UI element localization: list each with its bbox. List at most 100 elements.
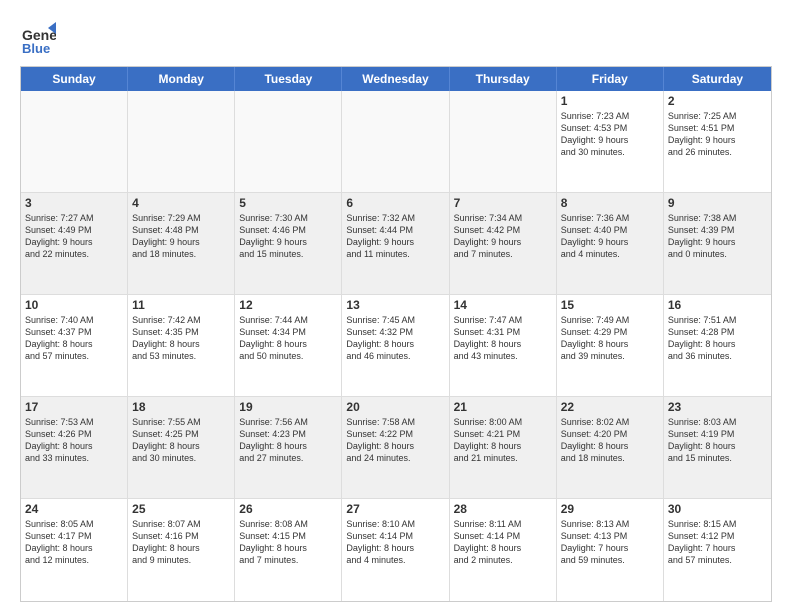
day-number: 22 [561, 400, 659, 414]
calendar-cell: 11 Sunrise: 7:42 AMSunset: 4:35 PMDayligh… [128, 295, 235, 396]
calendar-cell: 8 Sunrise: 7:36 AMSunset: 4:40 PMDaylight… [557, 193, 664, 294]
calendar-row-5: 24Sunrise: 8:05 AMSunset: 4:17 PMDayligh… [21, 499, 771, 601]
day-info: Sunrise: 7:55 AMSunset: 4:25 PMDaylight:… [132, 416, 230, 465]
calendar-cell: 7Sunrise: 7:34 AMSunset: 4:42 PMDaylight… [450, 193, 557, 294]
day-info: Sunrise: 7:42 AMSunset: 4:35 PMDaylight:… [132, 314, 230, 363]
day-number: 30 [668, 502, 767, 516]
day-number: 2 [668, 94, 767, 108]
day-info: Sunrise: 7:38 AMSunset: 4:39 PMDaylight:… [668, 212, 767, 261]
day-number: 12 [239, 298, 337, 312]
header-day-wednesday: Wednesday [342, 67, 449, 91]
calendar-cell: 10Sunrise: 7:40 AMSunset: 4:37 PMDayligh… [21, 295, 128, 396]
day-number: 11 [132, 298, 230, 312]
day-number: 14 [454, 298, 552, 312]
calendar-cell: 30 Sunrise: 8:15 AMSunset: 4:12 PMDayligh… [664, 499, 771, 601]
day-info: Sunrise: 7:53 AMSunset: 4:26 PMDaylight:… [25, 416, 123, 465]
calendar-cell: 25 Sunrise: 8:07 AMSunset: 4:16 PMDayligh… [128, 499, 235, 601]
header-day-friday: Friday [557, 67, 664, 91]
day-info: Sunrise: 7:40 AMSunset: 4:37 PMDaylight:… [25, 314, 123, 363]
calendar-cell: 18 Sunrise: 7:55 AMSunset: 4:25 PMDayligh… [128, 397, 235, 498]
day-info: Sunrise: 8:03 AMSunset: 4:19 PMDaylight:… [668, 416, 767, 465]
header-day-saturday: Saturday [664, 67, 771, 91]
calendar-cell [342, 91, 449, 192]
day-info: Sunrise: 8:15 AMSunset: 4:12 PMDaylight:… [668, 518, 767, 567]
day-info: Sunrise: 7:32 AMSunset: 4:44 PMDaylight:… [346, 212, 444, 261]
calendar-row-1: 1 Sunrise: 7:23 AMSunset: 4:53 PMDaylight… [21, 91, 771, 193]
day-number: 13 [346, 298, 444, 312]
calendar-body: 1 Sunrise: 7:23 AMSunset: 4:53 PMDaylight… [21, 91, 771, 601]
day-number: 7 [454, 196, 552, 210]
day-number: 5 [239, 196, 337, 210]
calendar-cell: 12 Sunrise: 7:44 AMSunset: 4:34 PMDayligh… [235, 295, 342, 396]
logo-icon: General Blue [20, 20, 56, 56]
day-info: Sunrise: 8:07 AMSunset: 4:16 PMDaylight:… [132, 518, 230, 567]
calendar-cell: 16 Sunrise: 7:51 AMSunset: 4:28 PMDayligh… [664, 295, 771, 396]
calendar-cell: 9 Sunrise: 7:38 AMSunset: 4:39 PMDaylight… [664, 193, 771, 294]
day-info: Sunrise: 7:36 AMSunset: 4:40 PMDaylight:… [561, 212, 659, 261]
calendar-header: SundayMondayTuesdayWednesdayThursdayFrid… [21, 67, 771, 91]
day-info: Sunrise: 7:49 AMSunset: 4:29 PMDaylight:… [561, 314, 659, 363]
day-number: 1 [561, 94, 659, 108]
day-info: Sunrise: 8:02 AMSunset: 4:20 PMDaylight:… [561, 416, 659, 465]
calendar-cell: 6 Sunrise: 7:32 AMSunset: 4:44 PMDaylight… [342, 193, 449, 294]
day-number: 17 [25, 400, 123, 414]
calendar-cell: 23 Sunrise: 8:03 AMSunset: 4:19 PMDayligh… [664, 397, 771, 498]
header-day-monday: Monday [128, 67, 235, 91]
calendar-cell: 27Sunrise: 8:10 AMSunset: 4:14 PMDayligh… [342, 499, 449, 601]
day-number: 8 [561, 196, 659, 210]
calendar-cell: 13 Sunrise: 7:45 AMSunset: 4:32 PMDayligh… [342, 295, 449, 396]
header-day-sunday: Sunday [21, 67, 128, 91]
calendar-cell: 15 Sunrise: 7:49 AMSunset: 4:29 PMDayligh… [557, 295, 664, 396]
calendar-cell: 17 Sunrise: 7:53 AMSunset: 4:26 PMDayligh… [21, 397, 128, 498]
day-info: Sunrise: 7:45 AMSunset: 4:32 PMDaylight:… [346, 314, 444, 363]
svg-text:Blue: Blue [22, 41, 50, 56]
calendar-cell [235, 91, 342, 192]
day-number: 25 [132, 502, 230, 516]
calendar-cell: 4 Sunrise: 7:29 AMSunset: 4:48 PMDaylight… [128, 193, 235, 294]
day-number: 6 [346, 196, 444, 210]
day-info: Sunrise: 7:29 AMSunset: 4:48 PMDaylight:… [132, 212, 230, 261]
header: General Blue [20, 20, 772, 56]
day-number: 26 [239, 502, 337, 516]
calendar-cell: 3 Sunrise: 7:27 AMSunset: 4:49 PMDaylight… [21, 193, 128, 294]
day-info: Sunrise: 7:47 AMSunset: 4:31 PMDaylight:… [454, 314, 552, 363]
day-info: Sunrise: 7:27 AMSunset: 4:49 PMDaylight:… [25, 212, 123, 261]
calendar-cell: 2Sunrise: 7:25 AMSunset: 4:51 PMDaylight… [664, 91, 771, 192]
calendar-cell: 20 Sunrise: 7:58 AMSunset: 4:22 PMDayligh… [342, 397, 449, 498]
calendar-cell: 22 Sunrise: 8:02 AMSunset: 4:20 PMDayligh… [557, 397, 664, 498]
day-number: 27 [346, 502, 444, 516]
day-info: Sunrise: 8:11 AMSunset: 4:14 PMDaylight:… [454, 518, 552, 567]
day-info: Sunrise: 7:23 AMSunset: 4:53 PMDaylight:… [561, 110, 659, 159]
header-day-tuesday: Tuesday [235, 67, 342, 91]
day-info: Sunrise: 7:56 AMSunset: 4:23 PMDaylight:… [239, 416, 337, 465]
day-info: Sunrise: 7:51 AMSunset: 4:28 PMDaylight:… [668, 314, 767, 363]
calendar-cell: 24Sunrise: 8:05 AMSunset: 4:17 PMDayligh… [21, 499, 128, 601]
day-number: 4 [132, 196, 230, 210]
calendar-cell: 1 Sunrise: 7:23 AMSunset: 4:53 PMDaylight… [557, 91, 664, 192]
day-number: 19 [239, 400, 337, 414]
calendar-cell: 14 Sunrise: 7:47 AMSunset: 4:31 PMDayligh… [450, 295, 557, 396]
calendar-cell [450, 91, 557, 192]
header-day-thursday: Thursday [450, 67, 557, 91]
day-info: Sunrise: 7:58 AMSunset: 4:22 PMDaylight:… [346, 416, 444, 465]
day-info: Sunrise: 8:00 AMSunset: 4:21 PMDaylight:… [454, 416, 552, 465]
day-number: 28 [454, 502, 552, 516]
day-number: 3 [25, 196, 123, 210]
calendar-cell [21, 91, 128, 192]
calendar-row-3: 10Sunrise: 7:40 AMSunset: 4:37 PMDayligh… [21, 295, 771, 397]
day-number: 20 [346, 400, 444, 414]
day-number: 15 [561, 298, 659, 312]
day-info: Sunrise: 7:30 AMSunset: 4:46 PMDaylight:… [239, 212, 337, 261]
day-info: Sunrise: 7:44 AMSunset: 4:34 PMDaylight:… [239, 314, 337, 363]
day-info: Sunrise: 8:08 AMSunset: 4:15 PMDaylight:… [239, 518, 337, 567]
day-number: 18 [132, 400, 230, 414]
calendar-row-2: 3 Sunrise: 7:27 AMSunset: 4:49 PMDaylight… [21, 193, 771, 295]
calendar-cell: 26 Sunrise: 8:08 AMSunset: 4:15 PMDayligh… [235, 499, 342, 601]
calendar-cell [128, 91, 235, 192]
day-number: 9 [668, 196, 767, 210]
day-number: 24 [25, 502, 123, 516]
day-info: Sunrise: 8:13 AMSunset: 4:13 PMDaylight:… [561, 518, 659, 567]
day-number: 29 [561, 502, 659, 516]
day-number: 16 [668, 298, 767, 312]
day-number: 23 [668, 400, 767, 414]
